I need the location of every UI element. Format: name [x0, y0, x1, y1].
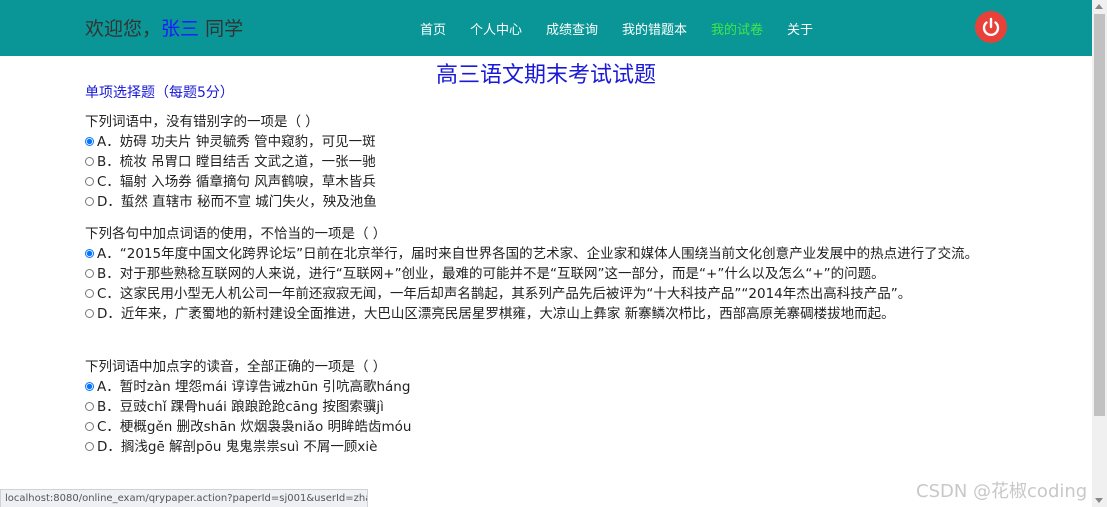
- option-row[interactable]: B．对于那些熟稔互联网的人来说，进行“互联网+”创业，最难的可能并不是“互联网”…: [85, 264, 1005, 284]
- option-row[interactable]: A．妨碍 功夫片 钟灵毓秀 管中窥豹，可见一斑: [85, 132, 1005, 152]
- nav-home[interactable]: 首页: [420, 19, 446, 38]
- option-radio[interactable]: [85, 422, 94, 431]
- option-radio[interactable]: [85, 269, 94, 278]
- nav-my-papers[interactable]: 我的试卷: [711, 19, 763, 38]
- scroll-down-arrow-icon[interactable]: [1095, 498, 1103, 503]
- question-stem: 下列词语中加点字的读音，全部正确的一项是（ ）: [85, 359, 387, 375]
- user-name[interactable]: 张三: [161, 18, 199, 40]
- watermark: CSDN @花椒coding: [916, 481, 1088, 502]
- option-text: B．对于那些熟稔互联网的人来说，进行“互联网+”创业，最难的可能并不是“互联网”…: [97, 266, 885, 282]
- power-icon: [982, 17, 1000, 37]
- option-text: A．“2015年度中国文化跨界论坛”日前在北京举行，届时来自世界各国的艺术家、企…: [97, 246, 979, 262]
- option-text: B．豆豉chǐ 踝骨huái 踉踉跄跄cāng 按图索骥jì: [97, 399, 384, 415]
- option-row[interactable]: D．近年来，广袤蜀地的新村建设全面推进，大巴山区漂亮民居星罗棋雍，大凉山上彝家 …: [85, 304, 1005, 324]
- logout-button[interactable]: [975, 11, 1007, 43]
- nav-personal-center[interactable]: 个人中心: [470, 19, 522, 38]
- option-text: C．这家民用小型无人机公司一年前还寂寂无闻，一年后却声名鹊起，其系列产品先后被评…: [97, 286, 912, 302]
- option-row[interactable]: B．梳妆 吊胃口 瞠目结舌 文武之道，一张一驰: [85, 152, 1005, 172]
- option-row[interactable]: C．梗概gěn 删改shān 炊烟袅袅niǎo 明眸皓齿móu: [85, 417, 1005, 437]
- top-navigation-bar: 欢迎您，张三 同学 首页 个人中心 成绩查询 我的错题本 我的试卷 关于: [0, 0, 1092, 56]
- option-text: C．辐射 入场券 循章摘句 风声鹤唳，草木皆兵: [97, 174, 376, 190]
- question-1: 下列词语中，没有错别字的一项是（ ） A．妨碍 功夫片 钟灵毓秀 管中窥豹，可见…: [85, 112, 1005, 212]
- option-radio[interactable]: [85, 137, 94, 146]
- nav-score-query[interactable]: 成绩查询: [546, 19, 598, 38]
- vertical-scrollbar[interactable]: [1092, 0, 1107, 507]
- question-3: 下列词语中加点字的读音，全部正确的一项是（ ） A．暂时zàn 埋怨mái 谆谆…: [85, 357, 1005, 457]
- option-row[interactable]: C．这家民用小型无人机公司一年前还寂寂无闻，一年后却声名鹊起，其系列产品先后被评…: [85, 284, 1005, 304]
- option-radio[interactable]: [85, 197, 94, 206]
- option-row[interactable]: A．“2015年度中国文化跨界论坛”日前在北京举行，届时来自世界各国的艺术家、企…: [85, 244, 1005, 264]
- nav-about[interactable]: 关于: [787, 19, 813, 38]
- option-radio[interactable]: [85, 442, 94, 451]
- section-title: 单项选择题（每题5分）: [85, 85, 234, 101]
- option-row[interactable]: C．辐射 入场券 循章摘句 风声鹤唳，草木皆兵: [85, 172, 1005, 192]
- scrollbar-thumb[interactable]: [1094, 14, 1105, 416]
- browser-status-bar: localhost:8080/online_exam/qrypaper.acti…: [0, 489, 368, 507]
- option-text: D．蜇然 直辖市 秘而不宣 城门失火，殃及池鱼: [97, 194, 377, 210]
- question-2: 下列各句中加点词语的使用，不恰当的一项是（ ） A．“2015年度中国文化跨界论…: [85, 224, 1005, 324]
- nav-wrong-questions[interactable]: 我的错题本: [622, 19, 687, 38]
- question-stem: 下列各句中加点词语的使用，不恰当的一项是（ ）: [85, 226, 387, 242]
- option-text: D．搁浅gē 解剖pōu 鬼鬼祟祟suì 不屑一顾xiè: [97, 439, 378, 455]
- option-radio[interactable]: [85, 289, 94, 298]
- scroll-up-arrow-icon[interactable]: [1095, 4, 1103, 9]
- welcome-prefix: 欢迎您，: [85, 18, 162, 40]
- option-row[interactable]: B．豆豉chǐ 踝骨huái 踉踉跄跄cāng 按图索骥jì: [85, 397, 1005, 417]
- option-text: A．妨碍 功夫片 钟灵毓秀 管中窥豹，可见一斑: [97, 134, 376, 150]
- option-row[interactable]: D．蜇然 直辖市 秘而不宣 城门失火，殃及池鱼: [85, 192, 1005, 212]
- option-radio[interactable]: [85, 177, 94, 186]
- option-text: B．梳妆 吊胃口 瞠目结舌 文武之道，一张一驰: [97, 154, 376, 170]
- option-row[interactable]: A．暂时zàn 埋怨mái 谆谆告诫zhūn 引吭高歌háng: [85, 377, 1005, 397]
- option-radio[interactable]: [85, 309, 94, 318]
- option-radio[interactable]: [85, 249, 94, 258]
- welcome-message: 欢迎您，张三 同学: [85, 14, 243, 41]
- option-radio[interactable]: [85, 402, 94, 411]
- option-text: A．暂时zàn 埋怨mái 谆谆告诫zhūn 引吭高歌háng: [97, 379, 411, 395]
- option-text: C．梗概gěn 删改shān 炊烟袅袅niǎo 明眸皓齿móu: [97, 419, 412, 435]
- welcome-suffix: 同学: [199, 18, 244, 40]
- option-radio[interactable]: [85, 382, 94, 391]
- question-stem: 下列词语中，没有错别字的一项是（ ）: [85, 114, 319, 130]
- option-text: D．近年来，广袤蜀地的新村建设全面推进，大巴山区漂亮民居星罗棋雍，大凉山上彝家 …: [97, 306, 895, 322]
- option-row[interactable]: D．搁浅gē 解剖pōu 鬼鬼祟祟suì 不屑一顾xiè: [85, 437, 1005, 457]
- option-radio[interactable]: [85, 157, 94, 166]
